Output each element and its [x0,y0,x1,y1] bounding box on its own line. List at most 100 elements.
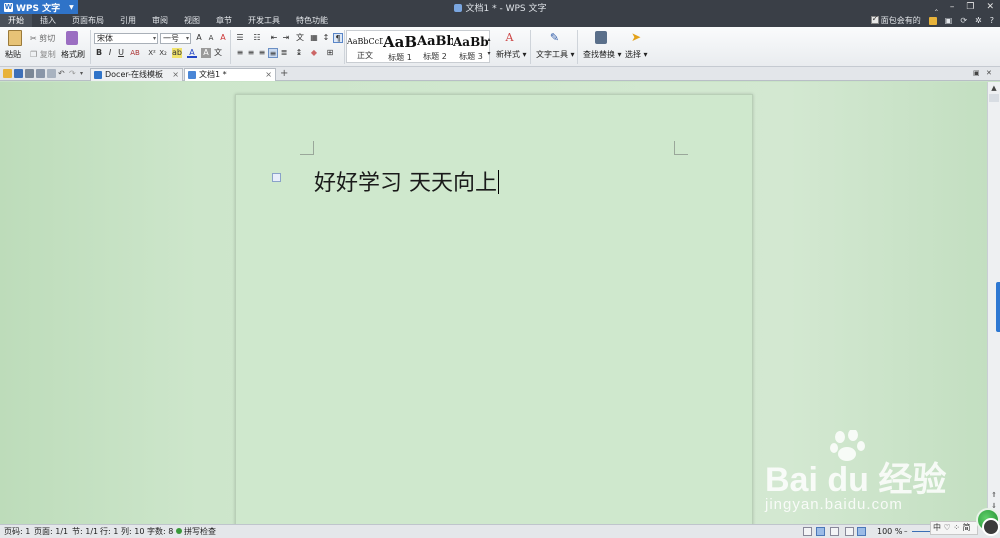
table-icon[interactable]: ▦ [309,33,319,43]
phonetic-icon[interactable]: 文 [213,48,223,58]
format-painter-button[interactable]: 格式刷 [61,49,85,60]
gallery-more-icon[interactable]: ▾ [484,49,494,59]
tab-chapter[interactable]: 章节 [208,14,240,27]
bold-icon[interactable]: B [94,48,104,58]
help-icon[interactable]: ? [990,16,994,25]
mail-icon[interactable] [928,16,937,25]
font-name-select[interactable]: 宋体 ▾ [94,33,158,44]
align-left-icon[interactable]: ≡ [235,48,245,58]
binoculars-icon[interactable] [595,31,607,44]
scroll-thumb[interactable] [989,94,999,102]
chinese-layout-icon[interactable]: 文 [295,33,305,43]
view-web-button[interactable] [845,527,854,536]
view-page-button[interactable] [816,527,825,536]
shrink-font-icon[interactable]: A [206,33,216,43]
tab-view[interactable]: 视图 [176,14,208,27]
document-text[interactable]: 好好学习 天天向上 [314,165,499,197]
line-spacing-icon[interactable]: ↨ [294,48,304,58]
show-marks-icon[interactable]: ¶ [333,33,343,43]
member-checkbox[interactable]: 面包会有的 [870,14,921,26]
grow-font-icon[interactable]: A [194,33,204,43]
tab-references[interactable]: 引用 [112,14,144,27]
font-color-icon[interactable]: A [187,48,197,58]
italic-icon[interactable]: I [105,48,115,58]
scroll-page-up-icon[interactable]: ⇑ [989,490,999,500]
ime-toolbar[interactable]: 中 ♡ ⁘ 简 [930,521,978,535]
close-icon[interactable]: × [265,69,272,81]
spell-check-toggle[interactable]: 拼写检查 [176,525,216,538]
print-preview-icon[interactable] [36,69,45,78]
tab-close-all-icon[interactable]: ✕ [986,69,995,78]
align-right-icon[interactable]: ≡ [257,48,267,58]
zoom-slider[interactable] [912,531,930,532]
clear-format-icon[interactable]: A [218,33,228,43]
open-icon[interactable] [3,69,12,78]
restore-button[interactable]: ❐ [966,2,974,12]
tab-features[interactable]: 特色功能 [288,14,336,27]
shading-icon[interactable]: ◆ [309,48,319,58]
strikethrough-icon[interactable]: AB [128,48,142,58]
app-menu-button[interactable]: W WPS 文字 ▼ [0,0,78,14]
numbering-icon[interactable]: ☷ [252,33,262,43]
tab-list-icon[interactable]: ▣ [973,69,982,78]
subscript-icon[interactable]: X₂ [158,48,168,58]
find-replace-button[interactable]: 查找替换 ▾ [583,49,622,60]
new-tab-button[interactable]: + [280,68,288,80]
tab-home[interactable]: 开始 [0,14,32,27]
tab-review[interactable]: 审阅 [144,14,176,27]
export-pdf-icon[interactable] [47,69,56,78]
paste-button[interactable]: 粘贴 [5,49,21,60]
minimize-button[interactable]: – [950,2,955,12]
refresh-icon[interactable]: ⟳ [960,16,967,25]
align-center-icon[interactable]: ≡ [246,48,256,58]
settings-icon[interactable]: ✲ [975,16,982,25]
print-icon[interactable] [25,69,34,78]
increase-indent-icon[interactable]: ⇥ [281,33,291,43]
paste-icon[interactable] [8,30,22,46]
decrease-indent-icon[interactable]: ⇤ [269,33,279,43]
superscript-icon[interactable]: X² [147,48,157,58]
tab-page-layout[interactable]: 页面布局 [64,14,112,27]
save-icon[interactable] [14,69,23,78]
document-page[interactable]: 好好学习 天天向上 [235,94,753,524]
redo-icon[interactable]: ↷ [69,69,78,78]
scroll-up-icon[interactable]: ▲ [989,83,999,93]
undo-icon[interactable]: ↶ [58,69,67,78]
new-style-button[interactable]: 新样式 ▾ [496,49,527,60]
skin-icon[interactable]: ▣ [945,16,953,25]
cut-button[interactable]: ✂ 剪切 [30,33,55,44]
sort-icon[interactable]: ↕ [321,33,331,43]
paragraph-handle-icon[interactable] [272,173,281,182]
style-normal[interactable]: AaBbCcDd 正文 [347,31,383,62]
assistant-avatar-icon[interactable] [982,518,1000,536]
tab-docer-templates[interactable]: Docer-在线模板 × [90,68,183,81]
brush-icon[interactable] [66,31,78,45]
close-button[interactable]: ✕ [986,2,994,12]
close-icon[interactable]: × [172,69,179,81]
view-reading-button[interactable] [857,527,866,536]
bullets-icon[interactable]: ☰ [235,33,245,43]
text-tools-icon[interactable]: ✎ [548,31,561,44]
quick-access-more-icon[interactable]: ▾ [80,69,89,78]
tab-insert[interactable]: 插入 [32,14,64,27]
copy-button[interactable]: ❐ 复制 [30,49,56,60]
style-heading-2[interactable]: AaBb 标题 2 [417,31,453,62]
view-fullscreen-button[interactable] [803,527,812,536]
justify-icon[interactable]: ≡ [268,48,278,58]
tab-developer[interactable]: 开发工具 [240,14,288,27]
tab-document-1[interactable]: 文档1 * × [184,68,276,81]
underline-icon[interactable]: U [116,48,126,58]
cursor-icon[interactable]: ➤ [631,31,641,44]
select-button[interactable]: 选择 ▾ [625,49,648,60]
style-heading-1[interactable]: AaB 标题 1 [383,31,417,62]
char-shading-icon[interactable]: A [201,48,211,58]
minimize-icon[interactable]: ‸ [935,2,938,12]
new-style-icon[interactable]: A [503,31,516,44]
distributed-icon[interactable]: ≣ [279,48,289,58]
borders-icon[interactable]: ⊞ [325,48,335,58]
status-word-count[interactable]: 字数: 8 [147,525,173,538]
view-outline-button[interactable] [830,527,839,536]
font-size-select[interactable]: 一号 ▾ [160,33,191,44]
text-tools-button[interactable]: 文字工具 ▾ [536,49,575,60]
side-panel-toggle[interactable] [996,282,1000,332]
